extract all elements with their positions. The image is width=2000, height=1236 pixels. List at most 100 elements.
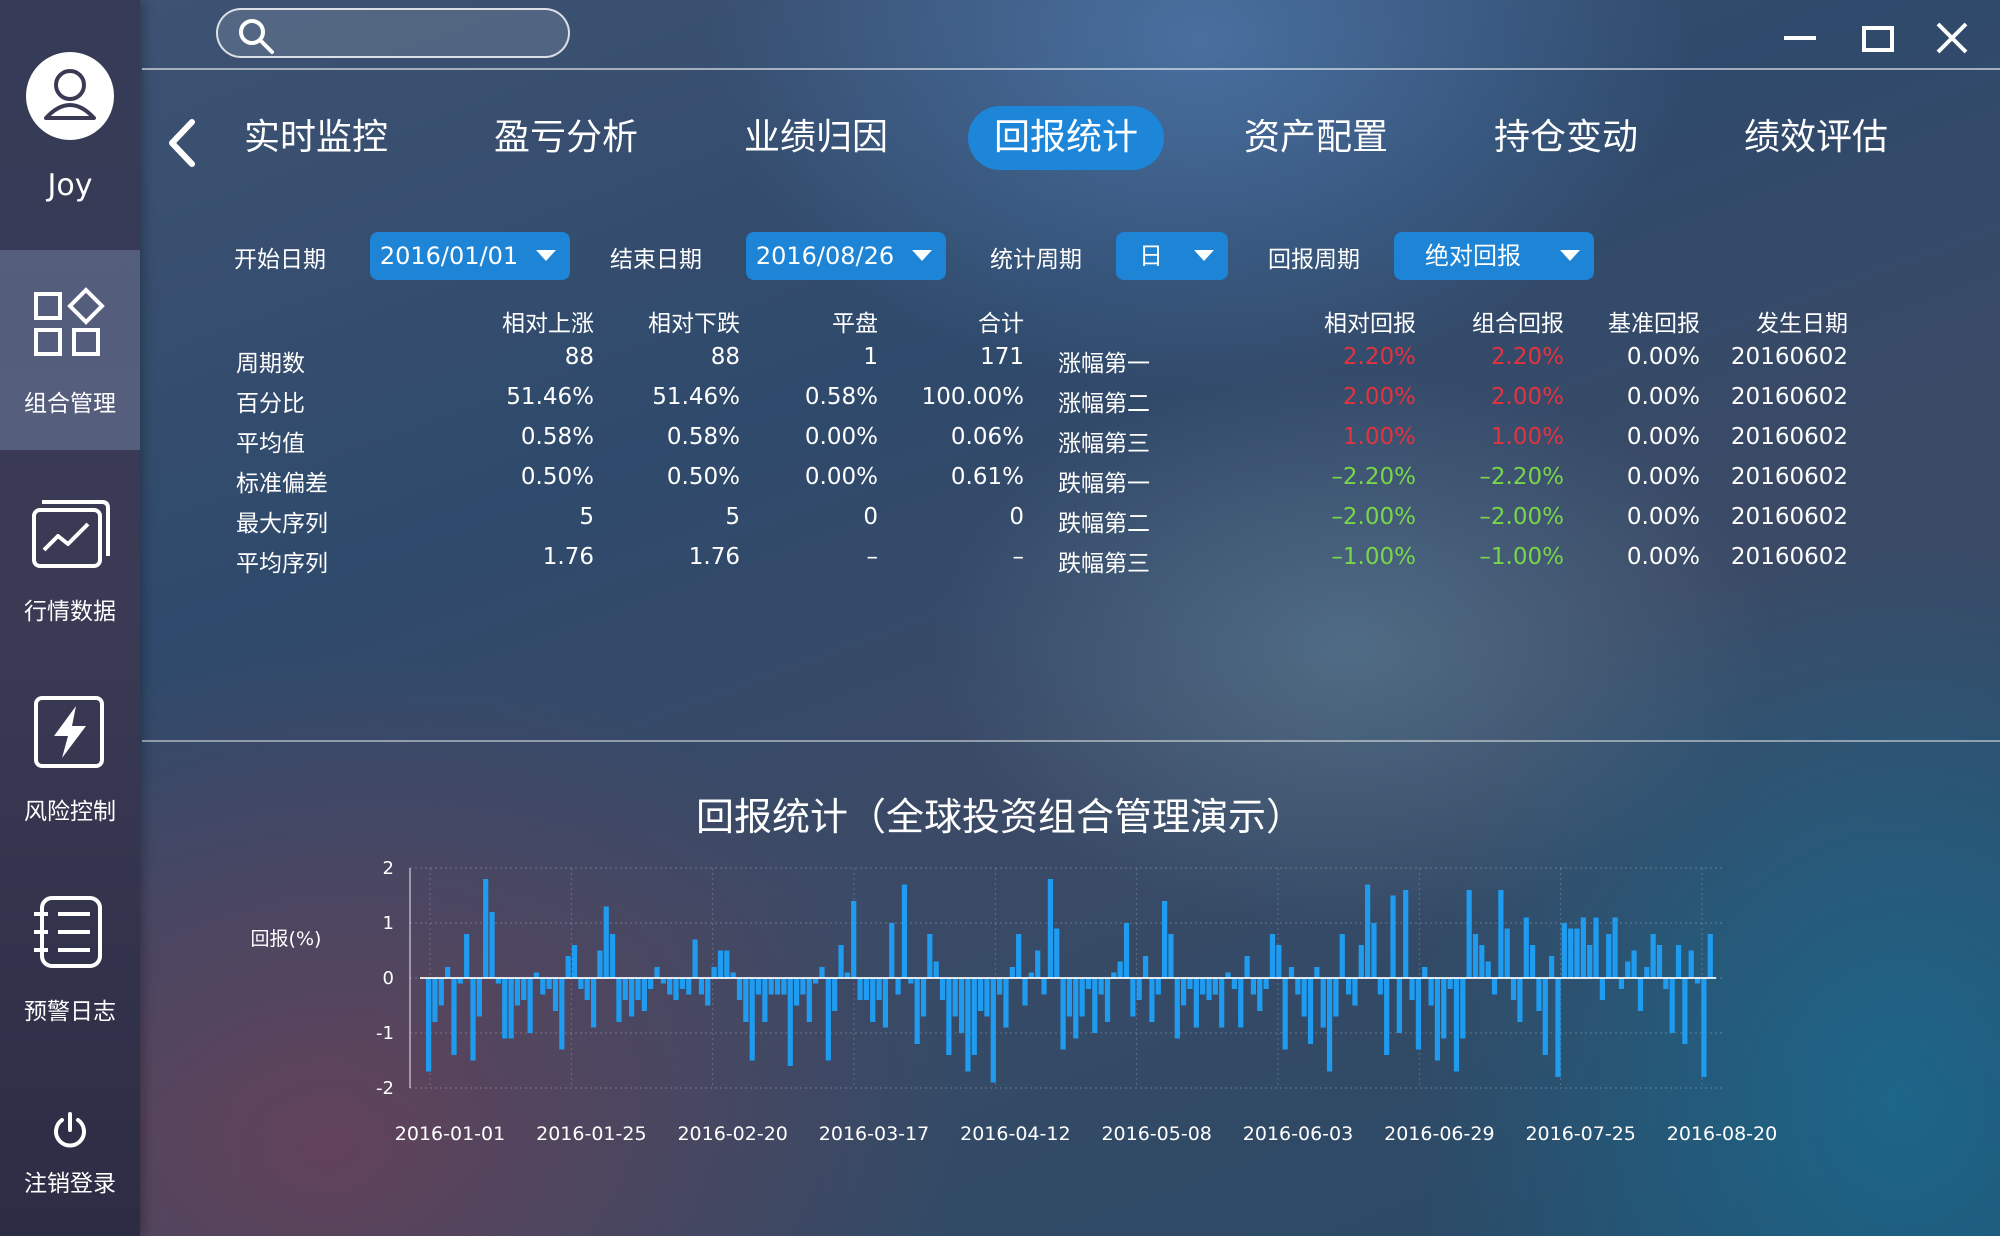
bar <box>1656 945 1663 978</box>
bar <box>1162 901 1168 978</box>
sidebar-item-label: 行情数据 <box>24 599 116 625</box>
bar <box>1219 978 1225 1028</box>
back-button[interactable] <box>162 118 202 168</box>
tab-return-statistics[interactable]: 回报统计 <box>968 106 1165 170</box>
stats-row-label: 标准偏差 <box>236 471 328 497</box>
bar <box>1060 978 1066 1050</box>
tab-realtime-monitor[interactable]: 实时监控 <box>218 106 414 170</box>
start-date-select[interactable]: 2016/01/01 <box>370 232 570 280</box>
extreme-cell-bench: 0.00% <box>1626 384 1700 410</box>
bar <box>559 978 565 1050</box>
x-tick-label: 2016-08-20 <box>1667 1123 1777 1145</box>
close-button[interactable] <box>1932 18 1972 58</box>
bar <box>1403 890 1409 978</box>
bar <box>1574 928 1580 978</box>
bar <box>1523 917 1529 978</box>
sidebar-item-portfolio[interactable]: 组合管理 <box>0 250 140 450</box>
bar <box>1130 978 1136 1017</box>
stats-cell: 1 <box>863 344 878 370</box>
bar <box>889 923 895 978</box>
tab-performance-evaluation[interactable]: 绩效评估 <box>1718 106 1914 170</box>
extreme-cell-bench: 0.00% <box>1626 504 1700 530</box>
column-header: 组合回报 <box>1472 311 1564 337</box>
bar <box>1054 928 1060 978</box>
bar <box>946 978 952 1055</box>
tab-asset-allocation[interactable]: 资产配置 <box>1218 106 1414 170</box>
bar <box>1479 945 1485 978</box>
minimize-button[interactable] <box>1780 18 1820 58</box>
extreme-cell-port: 2.20% <box>1490 344 1564 370</box>
bar <box>438 978 444 1006</box>
bar <box>1606 934 1612 978</box>
bar <box>1460 978 1466 1039</box>
bar <box>1244 956 1250 978</box>
end-date-select[interactable]: 2016/08/26 <box>746 232 946 280</box>
bar <box>1009 967 1015 978</box>
extreme-cell-date: 20160602 <box>1730 464 1848 490</box>
bar <box>705 978 711 1006</box>
x-tick-label: 2016-02-20 <box>677 1123 787 1145</box>
bar <box>1155 978 1161 995</box>
maximize-button[interactable] <box>1858 18 1898 58</box>
bar <box>1295 978 1301 995</box>
bar <box>1073 978 1079 1039</box>
bar <box>952 978 958 1017</box>
bar <box>1631 950 1637 978</box>
end-date-value: 2016/08/26 <box>755 242 895 270</box>
bar <box>857 978 863 1000</box>
dropdown-arrow-icon <box>536 250 556 261</box>
bar <box>1447 978 1453 989</box>
y-axis-label: 回报(%) <box>251 928 322 950</box>
tab-position-change[interactable]: 持仓变动 <box>1468 106 1664 170</box>
bar <box>1618 978 1625 989</box>
y-tick-label: 0 <box>383 968 394 989</box>
stats-cell: – <box>1012 544 1025 570</box>
stats-cell: 0.00% <box>804 464 878 490</box>
column-header: 相对上涨 <box>502 311 594 337</box>
stats-cell: 51.46% <box>506 384 594 410</box>
return-period-select[interactable]: 绝对回报 <box>1394 232 1594 280</box>
lightning-icon <box>34 696 104 768</box>
bar <box>1555 978 1561 1077</box>
bar <box>1536 978 1542 1011</box>
tab-performance-attribution[interactable]: 业绩归因 <box>718 106 914 170</box>
sidebar-item-market-data[interactable]: 行情数据 <box>0 458 140 658</box>
stats-cell: 5 <box>725 504 740 530</box>
stats-cell: 88 <box>710 344 740 370</box>
dropdown-arrow-icon <box>912 250 932 261</box>
bar <box>578 978 584 989</box>
bar <box>1282 978 1288 1050</box>
stats-cell: 5 <box>579 504 594 530</box>
bar <box>648 978 654 989</box>
bar <box>1612 917 1618 978</box>
bar <box>1358 945 1364 978</box>
bar <box>673 978 679 1000</box>
tab-pnl-analysis[interactable]: 盈亏分析 <box>468 106 664 170</box>
bar <box>1104 978 1111 1022</box>
dropdown-arrow-icon <box>1194 250 1214 261</box>
stats-cell: 0.06% <box>950 424 1024 450</box>
x-tick-label: 2016-05-08 <box>1101 1123 1211 1145</box>
bar <box>736 978 743 1000</box>
period-select[interactable]: 日 <box>1116 232 1228 280</box>
bar <box>686 978 692 995</box>
bar <box>851 901 857 978</box>
bar <box>717 950 724 978</box>
extreme-cell-date: 20160602 <box>1730 544 1848 570</box>
bar <box>1098 978 1104 995</box>
column-header: 基准回报 <box>1608 311 1700 337</box>
extreme-row-label: 涨幅第二 <box>1058 391 1150 417</box>
bar <box>1415 978 1421 1050</box>
bar <box>590 978 597 1028</box>
bar <box>1003 978 1009 1028</box>
bar <box>1453 978 1460 1072</box>
search-input[interactable] <box>216 8 570 58</box>
extreme-row-label: 跌幅第三 <box>1058 551 1150 577</box>
sidebar-item-label: 组合管理 <box>24 391 116 417</box>
bar <box>978 978 984 1011</box>
bar <box>489 912 495 978</box>
stats-cell: 88 <box>564 344 594 370</box>
bar <box>1466 890 1472 978</box>
bar <box>1123 923 1130 978</box>
period-label: 统计周期 <box>990 247 1082 273</box>
